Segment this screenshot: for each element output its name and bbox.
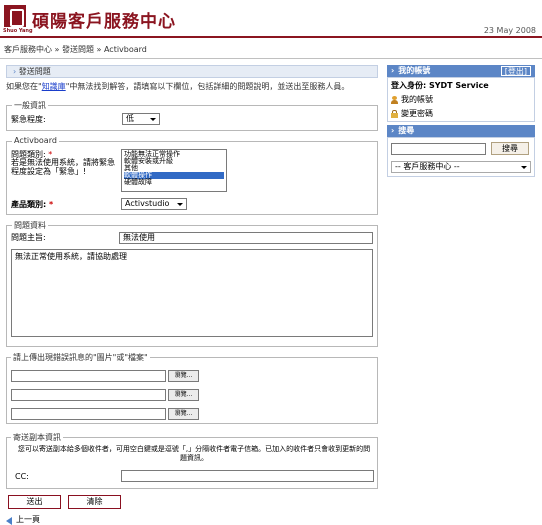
section-title-label: 發送問題 (18, 67, 51, 76)
problem-type-option[interactable]: 硬體故障 (124, 179, 224, 186)
search-panel: 搜尋 -- 客戶服務中心 -- (387, 137, 535, 177)
subject-label: 問題主旨: (11, 233, 46, 242)
cc-legend: 寄送副本資訊 (11, 432, 63, 443)
change-password-label: 變更密碼 (401, 109, 433, 118)
header-divider (0, 36, 542, 38)
attachments-fieldset: 請上傳出現錯誤訊息的"圖片"或"檔案" 瀏覽... 瀏覽... 瀏覽... (6, 352, 378, 424)
product-value: Activstudio (125, 199, 170, 208)
intro-before: 如果您在" (6, 82, 42, 91)
activboard-legend: Activboard (12, 136, 59, 145)
search-panel-header: › 搜尋 (387, 125, 535, 137)
browse-button-3[interactable]: 瀏覽... (168, 408, 199, 420)
description-textarea[interactable]: 無法正常使用系統，請協助處理 (11, 249, 373, 337)
general-info-legend: 一般資訊 (12, 100, 48, 111)
browse-button-2[interactable]: 瀏覽... (168, 389, 199, 401)
login-as-text: 登入身份: SYDT Service (391, 81, 489, 90)
header-date: 23 May 2008 (483, 26, 536, 35)
activboard-fieldset: Activboard 問題類別: * 若是無法使用系統，請將緊急程度設定為「緊急… (6, 136, 378, 215)
problem-type-listbox[interactable]: 功能無法正常操作 軟體安裝或升級 其他 軟體操作 硬體故障 (121, 149, 227, 192)
problem-type-option[interactable]: 軟體安裝或升級 (124, 158, 224, 165)
clear-button[interactable]: 清除 (68, 495, 121, 509)
subject-input[interactable]: 無法使用 (119, 232, 373, 244)
breadcrumb[interactable]: 客戶服務中心 » 發送問題 » Activboard (4, 44, 147, 55)
general-info-fieldset: 一般資訊 緊急程度: 低 (6, 100, 378, 131)
site-title: 碩陽客戶服務中心 (32, 12, 176, 32)
account-panel: 登入身份: SYDT Service 我的帳號 變更密碼 (387, 77, 535, 122)
lock-icon (391, 109, 398, 118)
panel-arrow-icon: › (391, 126, 395, 135)
required-marker: * (49, 200, 54, 209)
intro-after: "中無法找到解答，請填寫以下欄位，包括詳細的問題說明，並送出至服務人員。 (65, 82, 350, 91)
breadcrumb-divider (0, 58, 542, 59)
product-label: 產品類別: * (11, 199, 53, 210)
file-input-1[interactable] (11, 370, 166, 382)
account-panel-header: › 我的帳號 [登出] (387, 65, 535, 77)
logout-button[interactable]: [登出] (500, 66, 531, 76)
file-input-2[interactable] (11, 389, 166, 401)
search-button[interactable]: 搜尋 (491, 142, 529, 155)
section-title-arrow-icon: › (13, 67, 17, 76)
problem-data-fieldset: 問題資料 問題主旨: 無法使用 無法正常使用系統，請協助處理 (6, 220, 378, 347)
browse-button-1[interactable]: 瀏覽... (168, 370, 199, 382)
attachments-legend: 請上傳出現錯誤訊息的"圖片"或"檔案" (11, 352, 150, 363)
priority-value: 低 (126, 114, 134, 123)
back-arrow-icon[interactable] (6, 517, 12, 525)
search-scope-value: -- 客戶服務中心 -- (395, 162, 460, 171)
search-input[interactable] (391, 143, 486, 155)
search-scope-select[interactable]: -- 客戶服務中心 -- (391, 161, 531, 173)
product-select[interactable]: Activstudio (121, 198, 187, 210)
cc-input[interactable] (121, 470, 374, 482)
knowledge-base-link[interactable]: 知識庫 (42, 82, 66, 91)
my-account-link[interactable]: 我的帳號 (391, 95, 433, 105)
user-icon (391, 95, 398, 104)
problem-data-legend: 問題資料 (12, 220, 48, 231)
file-input-3[interactable] (11, 408, 166, 420)
cc-fieldset: 寄送副本資訊 您可以寄送副本給多個收件者，可用空白鍵或是逗號「,」分隔收件者電子… (6, 432, 378, 489)
panel-arrow-icon: › (391, 66, 395, 75)
problem-type-note: 若是無法使用系統，請將緊急程度設定為「緊急」! (11, 158, 115, 176)
priority-select[interactable]: 低 (122, 113, 160, 125)
priority-label: 緊急程度: (11, 115, 46, 124)
logo-subtext: Shuo Yang (3, 28, 33, 34)
change-password-link[interactable]: 變更密碼 (391, 109, 433, 119)
section-title: › 發送問題 (6, 65, 378, 78)
product-label-text: 產品類別: (11, 200, 47, 209)
back-link[interactable]: 上一頁 (16, 514, 40, 525)
cc-label: CC: (15, 472, 29, 481)
search-panel-title: 搜尋 (398, 126, 415, 135)
my-account-label: 我的帳號 (401, 95, 433, 104)
submit-button[interactable]: 送出 (8, 495, 61, 509)
company-logo (4, 5, 26, 27)
account-panel-title: 我的帳號 (398, 66, 431, 75)
intro-text: 如果您在"知識庫"中無法找到解答，請填寫以下欄位，包括詳細的問題說明，並送出至服… (6, 82, 378, 92)
cc-note: 您可以寄送副本給多個收件者，可用空白鍵或是逗號「,」分隔收件者電子信箱。已加入的… (17, 445, 371, 462)
